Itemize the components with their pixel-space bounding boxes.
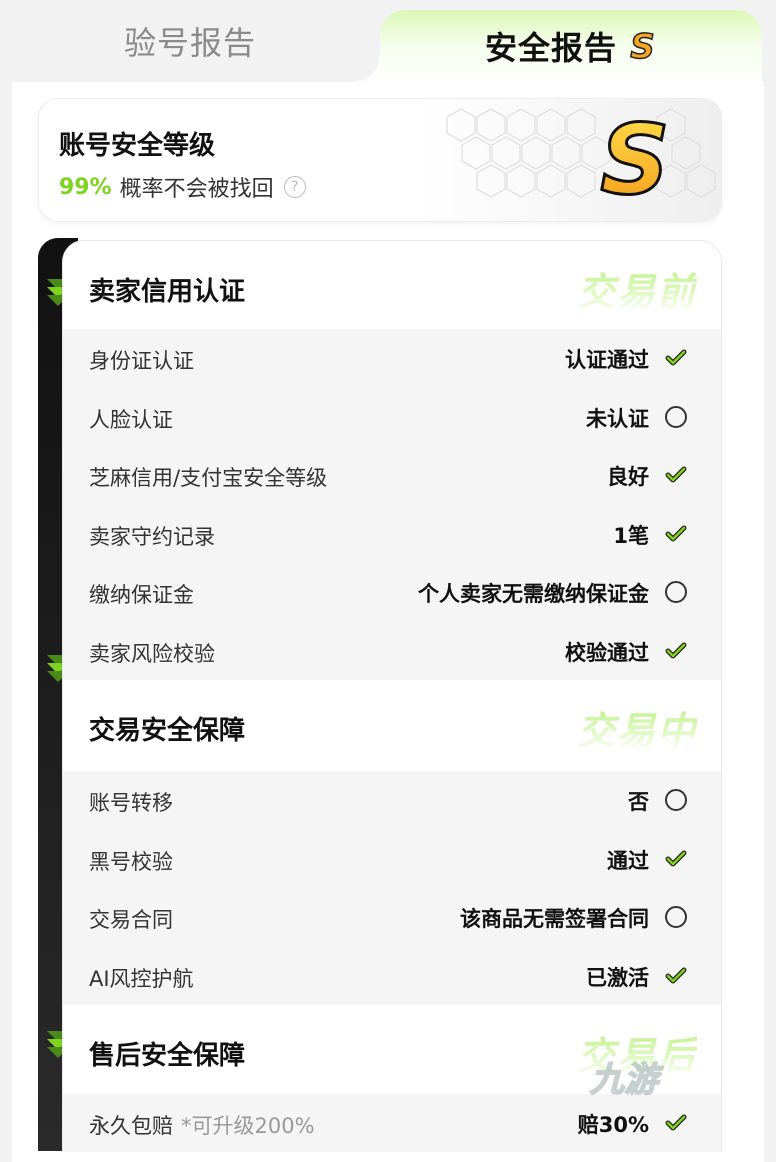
list-item: 卖家守约记录 1笔 [63,505,721,564]
security-percent: 99% [59,174,112,200]
s-grade-badge-icon: S [599,113,671,205]
circle-icon [665,906,687,928]
list-item: 身份证认证 认证通过 [63,329,721,388]
section-title: 售后安全保障 [89,1041,246,1071]
check-icon [665,850,687,866]
row-label: AI风控护航 [89,966,194,991]
list-item: 账号转移 否 [63,771,721,830]
row-label: 缴纳保证金 [89,583,194,607]
row-value: 校验通过 [565,640,649,665]
list-item: 卖家风险校验 校验通过 [63,622,721,681]
check-icon [665,642,687,658]
row-label: 永久包赔 *可升级200% [89,1110,315,1140]
svg-text:S: S [600,113,669,205]
row-label: 交易合同 [89,908,173,932]
security-details-panel: 卖家信用认证 交易前 身份证认证 认证通过 人脸认证 未认证 芝麻信用/支付宝安… [62,240,722,1152]
security-description-text: 概率不会被找回 [119,177,274,202]
tab-inspection-report[interactable]: 验号报告 [0,0,380,82]
row-label: 卖家守约记录 [89,524,215,549]
row-value: 已激活 [586,965,649,990]
list-item: 芝麻信用/支付宝安全等级 良好 [63,446,721,505]
row-value: 良好 [607,465,649,489]
list-item: AI风控护航 已激活 [63,947,721,1006]
s-grade-icon: S [630,28,656,64]
row-label: 人脸认证 [89,407,173,432]
security-level-description: 99% 概率不会被找回 ? [59,171,306,203]
watermark-logo: 九游 [589,1052,740,1112]
row-value: 个人卖家无需缴纳保证金 [418,582,649,606]
section-title: 交易安全保障 [89,716,246,746]
circle-icon [665,789,687,811]
help-icon[interactable]: ? [283,176,306,198]
section-rows-trade-security: 账号转移 否 黑号校验 通过 交易合同 该商品无需签署合同 AI风控护航 已激活 [63,771,721,1005]
section-title: 卖家信用认证 [89,277,246,307]
row-value: 否 [628,790,649,814]
section-header-seller-credit: 卖家信用认证 交易前 [63,241,721,329]
row-value: 认证通过 [565,348,649,372]
circle-icon [665,581,687,603]
list-item: 黑号校验 通过 [63,830,721,889]
security-level-card: 账号安全等级 99% 概率不会被找回 ? S [38,98,722,222]
row-value: 赔30% [577,1113,649,1137]
row-label-text: 永久包赔 [89,1114,173,1138]
row-label: 芝麻信用/支付宝安全等级 [89,466,328,490]
stage-label: 交易中 [577,700,697,755]
list-item: 交易合同 该商品无需签署合同 [63,888,721,947]
tab-inspection-label: 验号报告 [123,24,256,62]
circle-icon [665,405,687,428]
section-header-trade-security: 交易安全保障 交易中 [63,680,721,768]
check-icon [665,525,687,541]
hexagon-pattern-icon [446,108,716,198]
check-icon [665,967,687,983]
row-label: 卖家风险校验 [89,641,215,666]
row-value: 未认证 [586,406,649,431]
row-value: 该商品无需签署合同 [460,907,649,931]
check-icon [665,1114,687,1131]
row-label: 身份证认证 [89,349,194,373]
section-rows-seller-credit: 身份证认证 认证通过 人脸认证 未认证 芝麻信用/支付宝安全等级 良好 卖家守约… [63,329,721,680]
list-item: 人脸认证 未认证 [63,388,721,447]
row-value: 通过 [607,848,649,873]
tab-security-report[interactable]: 安全报告 S [354,10,762,82]
hex-pattern-background [421,99,721,221]
report-tabs: 验号报告 安全报告 S [0,0,776,82]
security-level-title: 账号安全等级 [59,131,216,161]
row-label: 黑号校验 [89,849,173,874]
watermark-text: 九游 [589,1059,659,1101]
check-icon [665,466,687,483]
row-value: 1笔 [613,523,649,548]
tab-security-label: 安全报告 [484,29,617,67]
svg-text:S: S [630,28,656,64]
check-icon [665,349,687,366]
row-label-note: *可升级200% [181,1114,315,1138]
list-item: 缴纳保证金 个人卖家无需缴纳保证金 [63,563,721,622]
stage-label: 交易前 [577,261,697,316]
row-label: 账号转移 [89,791,173,815]
